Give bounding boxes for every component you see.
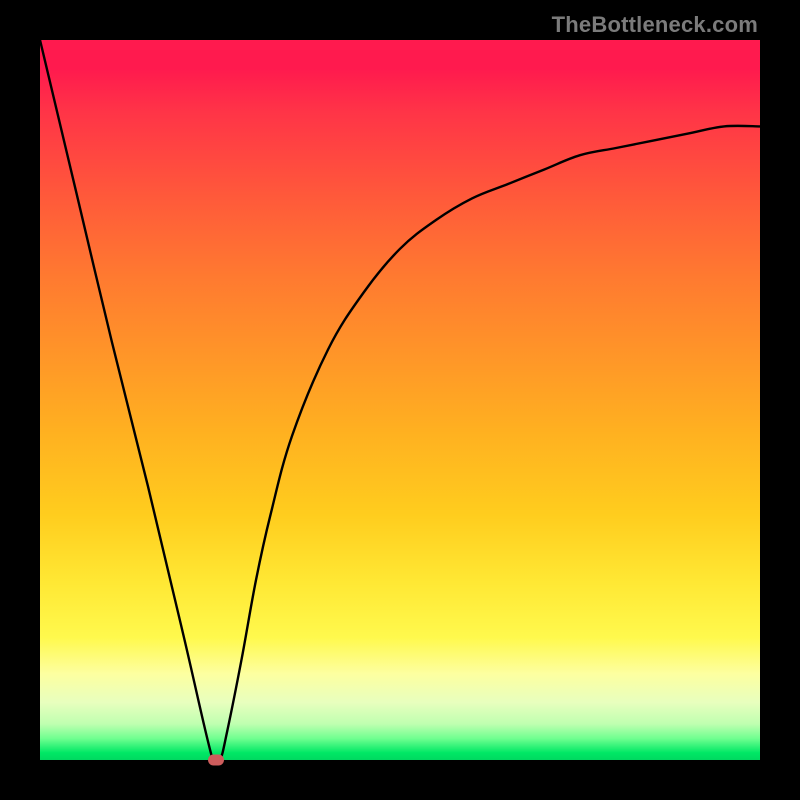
plot-area [40,40,760,760]
minimum-marker [208,755,224,766]
chart-frame: TheBottleneck.com [0,0,800,800]
watermark-text: TheBottleneck.com [552,12,758,38]
bottleneck-curve [40,40,760,760]
